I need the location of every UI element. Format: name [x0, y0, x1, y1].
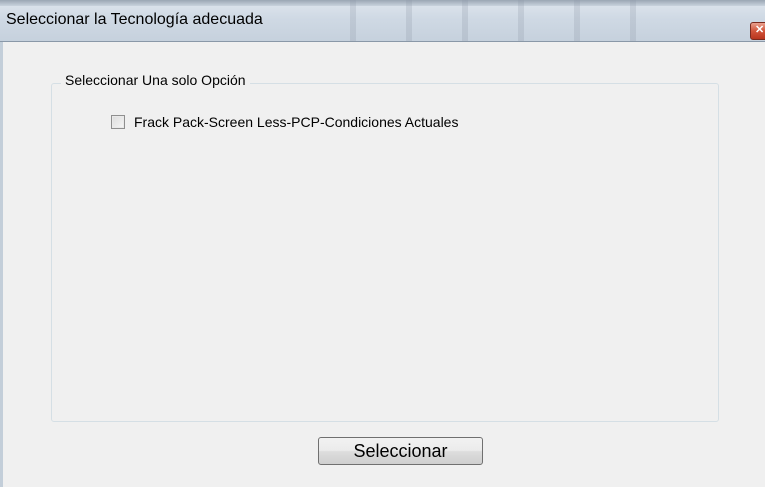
option-groupbox — [51, 83, 719, 422]
groupbox-legend: Seleccionar Una solo Opción — [61, 72, 250, 88]
technology-checkbox[interactable] — [111, 115, 125, 129]
close-icon: ✕ — [755, 24, 765, 36]
window-title: Seleccionar la Tecnología adecuada — [6, 11, 263, 28]
select-button[interactable]: Seleccionar — [318, 437, 483, 465]
technology-option[interactable]: Frack Pack-Screen Less-PCP-Condiciones A… — [111, 113, 458, 131]
technology-option-label[interactable]: Frack Pack-Screen Less-PCP-Condiciones A… — [134, 114, 458, 130]
close-button[interactable]: ✕ — [750, 22, 765, 40]
title-bar[interactable]: Seleccionar la Tecnología adecuada ✕ — [0, 0, 765, 42]
window-left-edge — [0, 42, 3, 487]
dialog-window: Seleccionar la Tecnología adecuada ✕ Sel… — [0, 0, 765, 487]
title-bar-background — [300, 0, 660, 42]
